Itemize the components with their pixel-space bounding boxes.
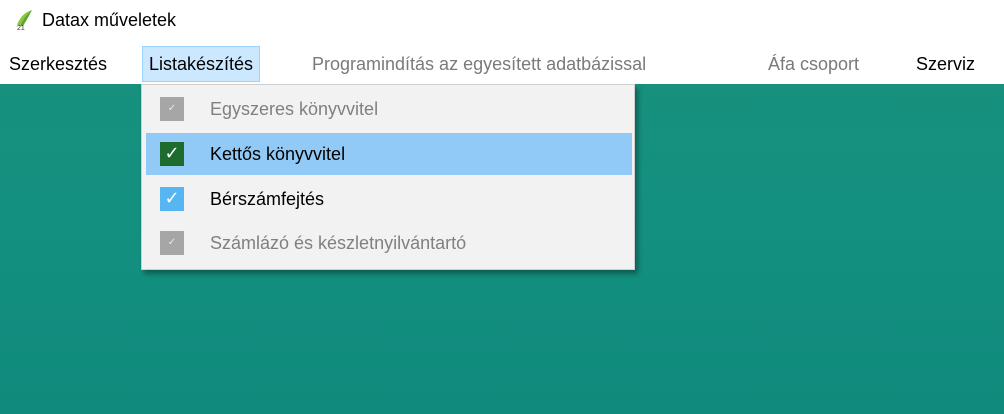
window-title: Datax műveletek bbox=[42, 10, 177, 30]
icon-badge: 21 bbox=[17, 25, 25, 31]
checkbox-checked-icon: ✓ bbox=[160, 187, 184, 211]
dropdown-item-label: Bérszámfejtés bbox=[210, 189, 325, 209]
menu-programinditas[interactable]: Programindítás az egyesített adatbázissa… bbox=[306, 46, 652, 82]
menu-afa-csoport[interactable]: Áfa csoport bbox=[762, 46, 865, 82]
checkbox-disabled-icon: ✓ bbox=[160, 97, 184, 121]
dropdown-item-label: Egyszeres könyvvitel bbox=[210, 99, 379, 119]
dropdown-item-label: Számlázó és készletnyilvántartó bbox=[210, 233, 467, 253]
menu-listakeszites[interactable]: Listakészítés bbox=[142, 46, 261, 82]
dropdown-item-berszamfejtes[interactable]: ✓ Bérszámfejtés bbox=[146, 178, 632, 220]
listakeszites-dropdown: ✓ Egyszeres könyvvitel ✓ Kettős könyvvit… bbox=[141, 84, 635, 270]
checkbox-checked-icon: ✓ bbox=[160, 142, 184, 166]
dropdown-item-egyszeres-konyvvitel[interactable]: ✓ Egyszeres könyvvitel bbox=[146, 88, 632, 130]
datax-app-icon: 21 bbox=[17, 10, 32, 31]
checkbox-disabled-icon: ✓ bbox=[160, 231, 184, 255]
dropdown-item-kettos-konyvvitel[interactable]: ✓ Kettős könyvvitel bbox=[146, 133, 632, 175]
title-bar: 21 Datax műveletek bbox=[0, 0, 1004, 44]
menu-szerkesztes[interactable]: Szerkesztés bbox=[3, 46, 113, 82]
dropdown-item-label: Kettős könyvvitel bbox=[210, 144, 346, 164]
menu-szerviz[interactable]: Szerviz bbox=[910, 46, 981, 82]
dropdown-item-szamlazo[interactable]: ✓ Számlázó és készletnyilvántartó bbox=[146, 222, 632, 264]
menu-bar: Szerkesztés Listakészítés Programindítás… bbox=[0, 44, 1004, 84]
